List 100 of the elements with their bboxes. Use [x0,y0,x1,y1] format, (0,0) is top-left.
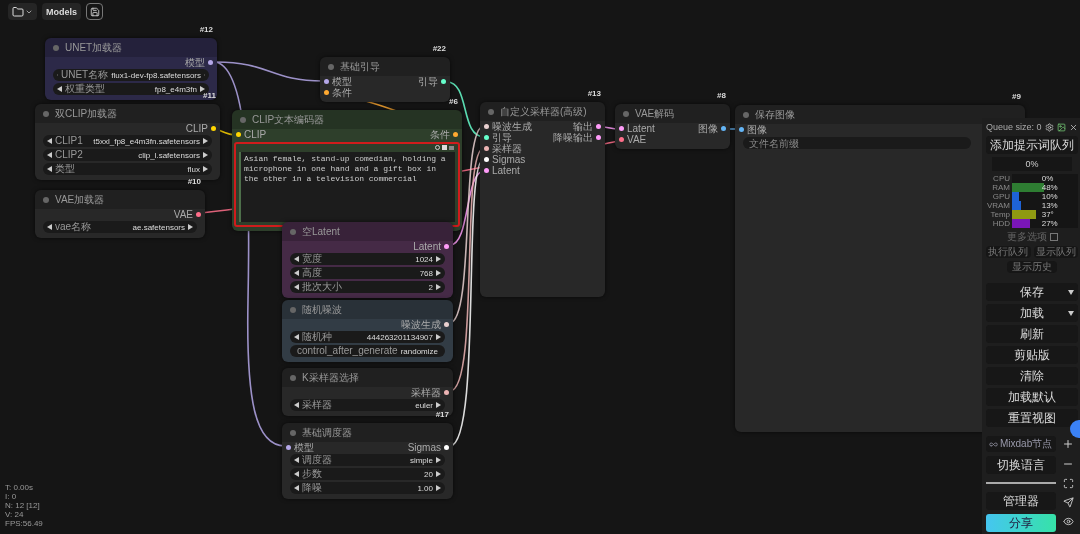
socket-dot[interactable] [596,124,601,129]
menu-button[interactable]: 加载 [986,304,1078,322]
widget-field[interactable]: control_after_generate randomize [290,345,445,357]
collapse-dot-icon[interactable] [488,108,494,115]
socket-dot[interactable] [324,79,329,84]
socket-dot[interactable] [619,126,624,131]
menu-button[interactable]: 重置视图 [986,409,1078,427]
socket-dot[interactable] [619,137,624,142]
image-icon[interactable] [449,145,454,150]
menu-button[interactable]: 保存 [986,283,1078,301]
socket-dot[interactable] [484,124,489,129]
menu-button[interactable]: 刷新 [986,325,1078,343]
zoom-in-icon[interactable] [1062,438,1074,450]
infinity-icon[interactable] [989,439,998,449]
socket-dot[interactable] [196,212,201,217]
queue-button[interactable]: 显示队列 [1033,246,1078,258]
socket-dot[interactable] [721,126,726,131]
folder-menu-button[interactable] [8,3,37,20]
menu-button[interactable]: 剪贴版 [986,346,1078,364]
circle-icon[interactable] [435,145,440,150]
stat-text: T: 0.00s [5,483,34,492]
socket-dot[interactable] [441,79,446,84]
socket-dot[interactable] [324,90,329,95]
node-title: 自定义采样器(高级) [500,104,587,119]
socket-dot[interactable] [484,168,489,173]
meter-reading: 27% [1041,219,1058,228]
collapse-dot-icon[interactable] [43,196,49,203]
widget-value: euler [415,400,433,410]
checkbox[interactable] [1049,233,1058,241]
socket-dot[interactable] [444,244,449,249]
widget-field[interactable]: 类型 flux [43,163,212,175]
queue-prompt-button[interactable]: 添加提示词队列 [986,136,1078,154]
socket-label: Latent [413,241,441,252]
widget-value: ae.safetensors [132,222,185,232]
filename-field[interactable]: 文件名前缀 [743,137,971,149]
collapse-dot-icon[interactable] [290,429,296,436]
checkbox-icon[interactable] [442,145,447,150]
dropdown-caret-icon[interactable] [1068,310,1074,316]
widget-value: 2 [428,282,433,292]
widget-field[interactable]: 采样器 euler [290,399,445,411]
settings-icon[interactable] [1044,122,1054,132]
send-icon[interactable] [1062,497,1074,508]
socket-dot[interactable] [444,322,449,327]
widget-field[interactable]: CLIP2 clip_l.safetensors [43,149,212,161]
menu-button[interactable]: 加载默认 [986,388,1078,406]
widget-field[interactable]: 随机种 444263201134907 [290,331,445,343]
socket-dot[interactable] [236,132,241,137]
socket-dot[interactable] [211,126,216,131]
node-card[interactable]: 空Latent Latent 宽度 1024 高度 768 批次大小 2 [282,222,453,298]
socket-dot[interactable] [453,132,458,137]
prompt-text-area[interactable]: Asian female, stand-up comedian, holding a microphone in one hand and a gift box in the other in a television commercial [239,152,455,222]
node-title: 双CLIP加载器 [55,106,118,121]
save-icon[interactable] [86,3,103,20]
socket-dot[interactable] [484,157,489,162]
eye-icon[interactable] [1062,516,1074,527]
widget-field[interactable]: 调度器 simple [290,454,445,466]
widget-field[interactable]: vae名称 ae.safetensors [43,221,197,233]
socket-dot[interactable] [208,60,213,65]
models-button[interactable]: Models [42,3,81,20]
collapse-dot-icon[interactable] [290,306,296,313]
socket-dot[interactable] [444,445,449,450]
language-button[interactable]: 切换语言 [986,456,1056,474]
collapse-dot-icon[interactable] [328,63,334,70]
folder-icon[interactable] [12,5,24,18]
collapse-dot-icon[interactable] [290,374,296,381]
collapse-dot-icon[interactable] [53,44,59,51]
widget-label: 随机种 [302,331,332,343]
widget-field[interactable]: 宽度 1024 [290,253,445,265]
share-button[interactable]: 分享 [986,514,1056,532]
widget-field[interactable]: 高度 768 [290,267,445,279]
node-card[interactable]: 随机噪波 噪波生成 随机种 444263201134907 control_after_generate randomize [282,300,453,362]
manager-button[interactable]: 管理器 [986,492,1056,510]
mixlab-button[interactable]: Mixdab节点 [986,436,1056,452]
widget-field[interactable]: 步数 20 [290,468,445,480]
widget-field[interactable]: 降噪 1.00 [290,482,445,494]
node-title: 随机噪波 [302,302,342,317]
queue-button[interactable]: 执行队列 [986,246,1031,258]
image-icon[interactable] [1056,122,1066,132]
stat-text: V: 24 [5,510,25,519]
dropdown-caret-icon[interactable] [1068,289,1074,295]
close-icon[interactable] [1068,122,1078,132]
socket-label: Sigmas [407,442,441,453]
collapse-dot-icon[interactable] [240,116,246,123]
socket-dot[interactable] [484,135,489,140]
socket-dot[interactable] [484,146,489,151]
socket-dot[interactable] [286,445,291,450]
widget-field[interactable]: 批次大小 2 [290,281,445,293]
widget-label: control_after_generate [297,345,398,357]
collapse-dot-icon[interactable] [623,110,629,117]
collapse-dot-icon[interactable] [290,228,296,235]
fit-view-icon[interactable] [1062,478,1074,489]
socket-dot[interactable] [596,135,601,140]
socket-label: 图像 [747,124,767,135]
socket-dot[interactable] [739,127,744,132]
menu-button[interactable]: 清除 [986,367,1078,385]
history-button[interactable]: 显示历史 [1007,261,1057,273]
widget-field[interactable]: CLIP1 t5xxl_fp8_e4m3fn.safetensors [43,135,212,147]
socket-dot[interactable] [444,390,449,395]
collapse-dot-icon[interactable] [743,111,749,118]
collapse-dot-icon[interactable] [43,110,49,117]
